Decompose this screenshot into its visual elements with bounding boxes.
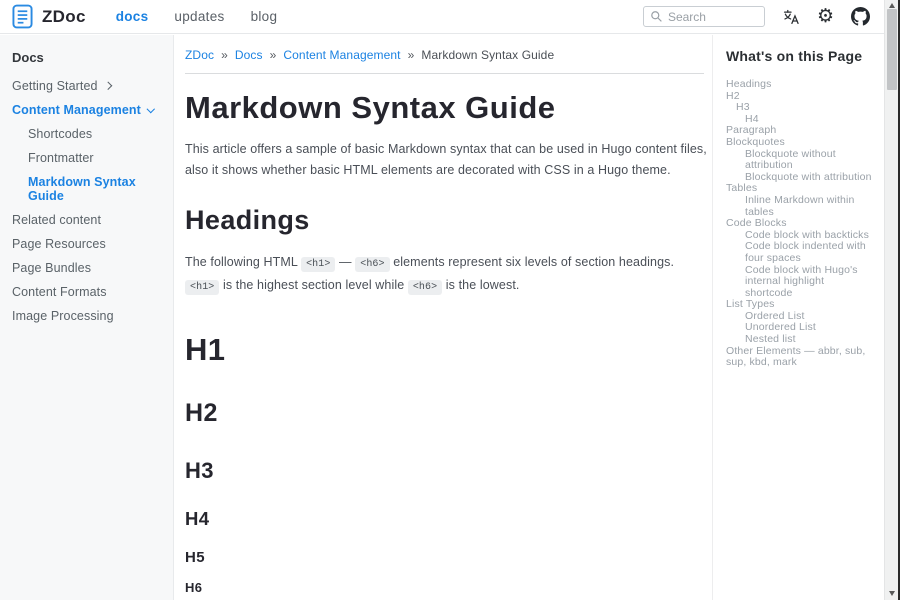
page-toc: What's on this Page HeadingsH2H3H4Paragr… (712, 35, 884, 600)
inline-code-chip: <h1> (301, 257, 335, 272)
sidebar-item-page-bundles[interactable]: Page Bundles (0, 256, 173, 280)
intro-paragraph: This article offers a sample of basic Ma… (185, 139, 707, 181)
zdoc-logo-icon[interactable] (12, 4, 33, 29)
primary-nav: docs updates blog (116, 9, 278, 24)
breadcrumb-item-docs[interactable]: Docs (235, 48, 263, 62)
sidebar-item-label: Related content (12, 213, 101, 227)
paragraph-text: is the highest section level while (219, 278, 407, 292)
search-box[interactable] (643, 6, 765, 27)
heading-demo-h2: H2 (185, 400, 704, 426)
chevron-right-icon (103, 82, 111, 90)
headings-paragraph: The following HTML <h1> — <h6> elements … (185, 252, 711, 298)
sidebar-item-label: Shortcodes (28, 127, 92, 141)
breadcrumb-separator: » (270, 48, 277, 62)
toc-title: What's on this Page (726, 48, 874, 64)
sidebar-item-image-processing[interactable]: Image Processing (0, 304, 173, 328)
heading-demo-h3: H3 (185, 459, 704, 482)
toc-item-code-block-indented-with-four-spaces[interactable]: Code block indented with four spaces (726, 241, 874, 264)
brand-name[interactable]: ZDoc (42, 7, 86, 27)
paragraph-text: is the lowest. (442, 278, 519, 292)
sidebar-item-label: Image Processing (12, 309, 114, 323)
sidebar-item-label: Page Bundles (12, 261, 91, 275)
search-input[interactable] (668, 10, 754, 24)
toc-item-blockquote-without-attribution[interactable]: Blockquote without attribution (726, 149, 874, 172)
search-icon (650, 10, 663, 23)
heading-demo-h5: H5 (185, 550, 704, 566)
sidebar-item-label: Getting Started (12, 79, 98, 93)
heading-demo-h1: H1 (185, 334, 704, 367)
sidebar-item-content-formats[interactable]: Content Formats (0, 280, 173, 304)
breadcrumb-separator: » (221, 48, 228, 62)
nav-link-docs[interactable]: docs (116, 9, 149, 24)
vertical-scrollbar[interactable] (884, 0, 898, 600)
toc-list: HeadingsH2H3H4ParagraphBlockquotesBlockq… (726, 79, 874, 369)
paragraph-text: The following HTML (185, 255, 301, 269)
paragraph-text: elements represent six levels of section… (390, 255, 674, 269)
toc-item-blockquotes[interactable]: Blockquotes (726, 137, 874, 149)
inline-code-chip: <h6> (355, 257, 389, 272)
section-heading: Headings (185, 205, 704, 236)
sidebar-title: Docs (0, 50, 173, 74)
toc-item-code-blocks[interactable]: Code Blocks (726, 218, 874, 230)
breadcrumb-item-zdoc[interactable]: ZDoc (185, 48, 214, 62)
breadcrumb-item-markdown-syntax-guide: Markdown Syntax Guide (421, 48, 554, 62)
inline-code-chip: <h1> (185, 280, 219, 295)
sidebar-item-page-resources[interactable]: Page Resources (0, 232, 173, 256)
top-navbar: ZDoc docs updates blog ⚙ (0, 0, 884, 34)
heading-demos: H1 H2 H3 H4 H5 H6 (185, 334, 704, 595)
scroll-down-arrow-icon[interactable] (885, 588, 899, 598)
github-icon[interactable] (851, 7, 870, 26)
nav-link-updates[interactable]: updates (174, 9, 224, 24)
page-title: Markdown Syntax Guide (185, 90, 704, 126)
heading-demo-h6: H6 (185, 581, 704, 595)
scrollbar-thumb[interactable] (887, 9, 897, 90)
toc-item-inline-markdown-within-tables[interactable]: Inline Markdown within tables (726, 195, 874, 218)
translate-icon[interactable] (782, 8, 800, 26)
heading-demo-h4: H4 (185, 509, 704, 528)
docs-sidebar: Docs Getting Started Content Management Sh… (0, 35, 174, 600)
article-content: ZDoc » Docs » Content Management » Markdown Sy… (174, 35, 712, 600)
nav-link-blog[interactable]: blog (251, 9, 278, 24)
sidebar-item-related-content[interactable]: Related content (0, 208, 173, 232)
navbar-actions: ⚙ (643, 6, 870, 27)
chevron-down-icon (147, 105, 155, 113)
sidebar-item-label: Content Formats (12, 285, 107, 299)
breadcrumb-separator: » (408, 48, 415, 62)
settings-gear-icon[interactable]: ⚙ (817, 7, 834, 26)
toc-item-other-elements-abbr-sub-sup-kbd-mark[interactable]: Other Elements — abbr, sub, sup, kbd, ma… (726, 346, 874, 369)
sidebar-item-markdown-syntax-guide[interactable]: Markdown Syntax Guide (0, 170, 173, 208)
sidebar-item-shortcodes[interactable]: Shortcodes (0, 122, 173, 146)
breadcrumb-item-content-management[interactable]: Content Management (283, 48, 400, 62)
sidebar-item-label: Content Management (12, 103, 141, 117)
sidebar-item-frontmatter[interactable]: Frontmatter (0, 146, 173, 170)
sidebar-item-label: Markdown Syntax Guide (28, 175, 165, 203)
breadcrumb-divider (185, 73, 704, 74)
breadcrumb: ZDoc » Docs » Content Management » Markdown Sy… (185, 48, 704, 62)
toc-item-nested-list[interactable]: Nested list (726, 334, 874, 346)
sidebar-item-label: Frontmatter (28, 151, 94, 165)
sidebar-item-label: Page Resources (12, 237, 106, 251)
toc-item-headings[interactable]: Headings (726, 79, 874, 91)
paragraph-text: — (335, 255, 355, 269)
sidebar-nav-list: Getting Started Content Management Shortco… (0, 74, 173, 328)
sidebar-item-content-management[interactable]: Content Management (0, 98, 173, 122)
sidebar-item-getting-started[interactable]: Getting Started (0, 74, 173, 98)
toc-item-code-block-with-hugo-s-internal-highligh[interactable]: Code block with Hugo's internal highligh… (726, 265, 874, 300)
inline-code-chip: <h6> (408, 280, 442, 295)
